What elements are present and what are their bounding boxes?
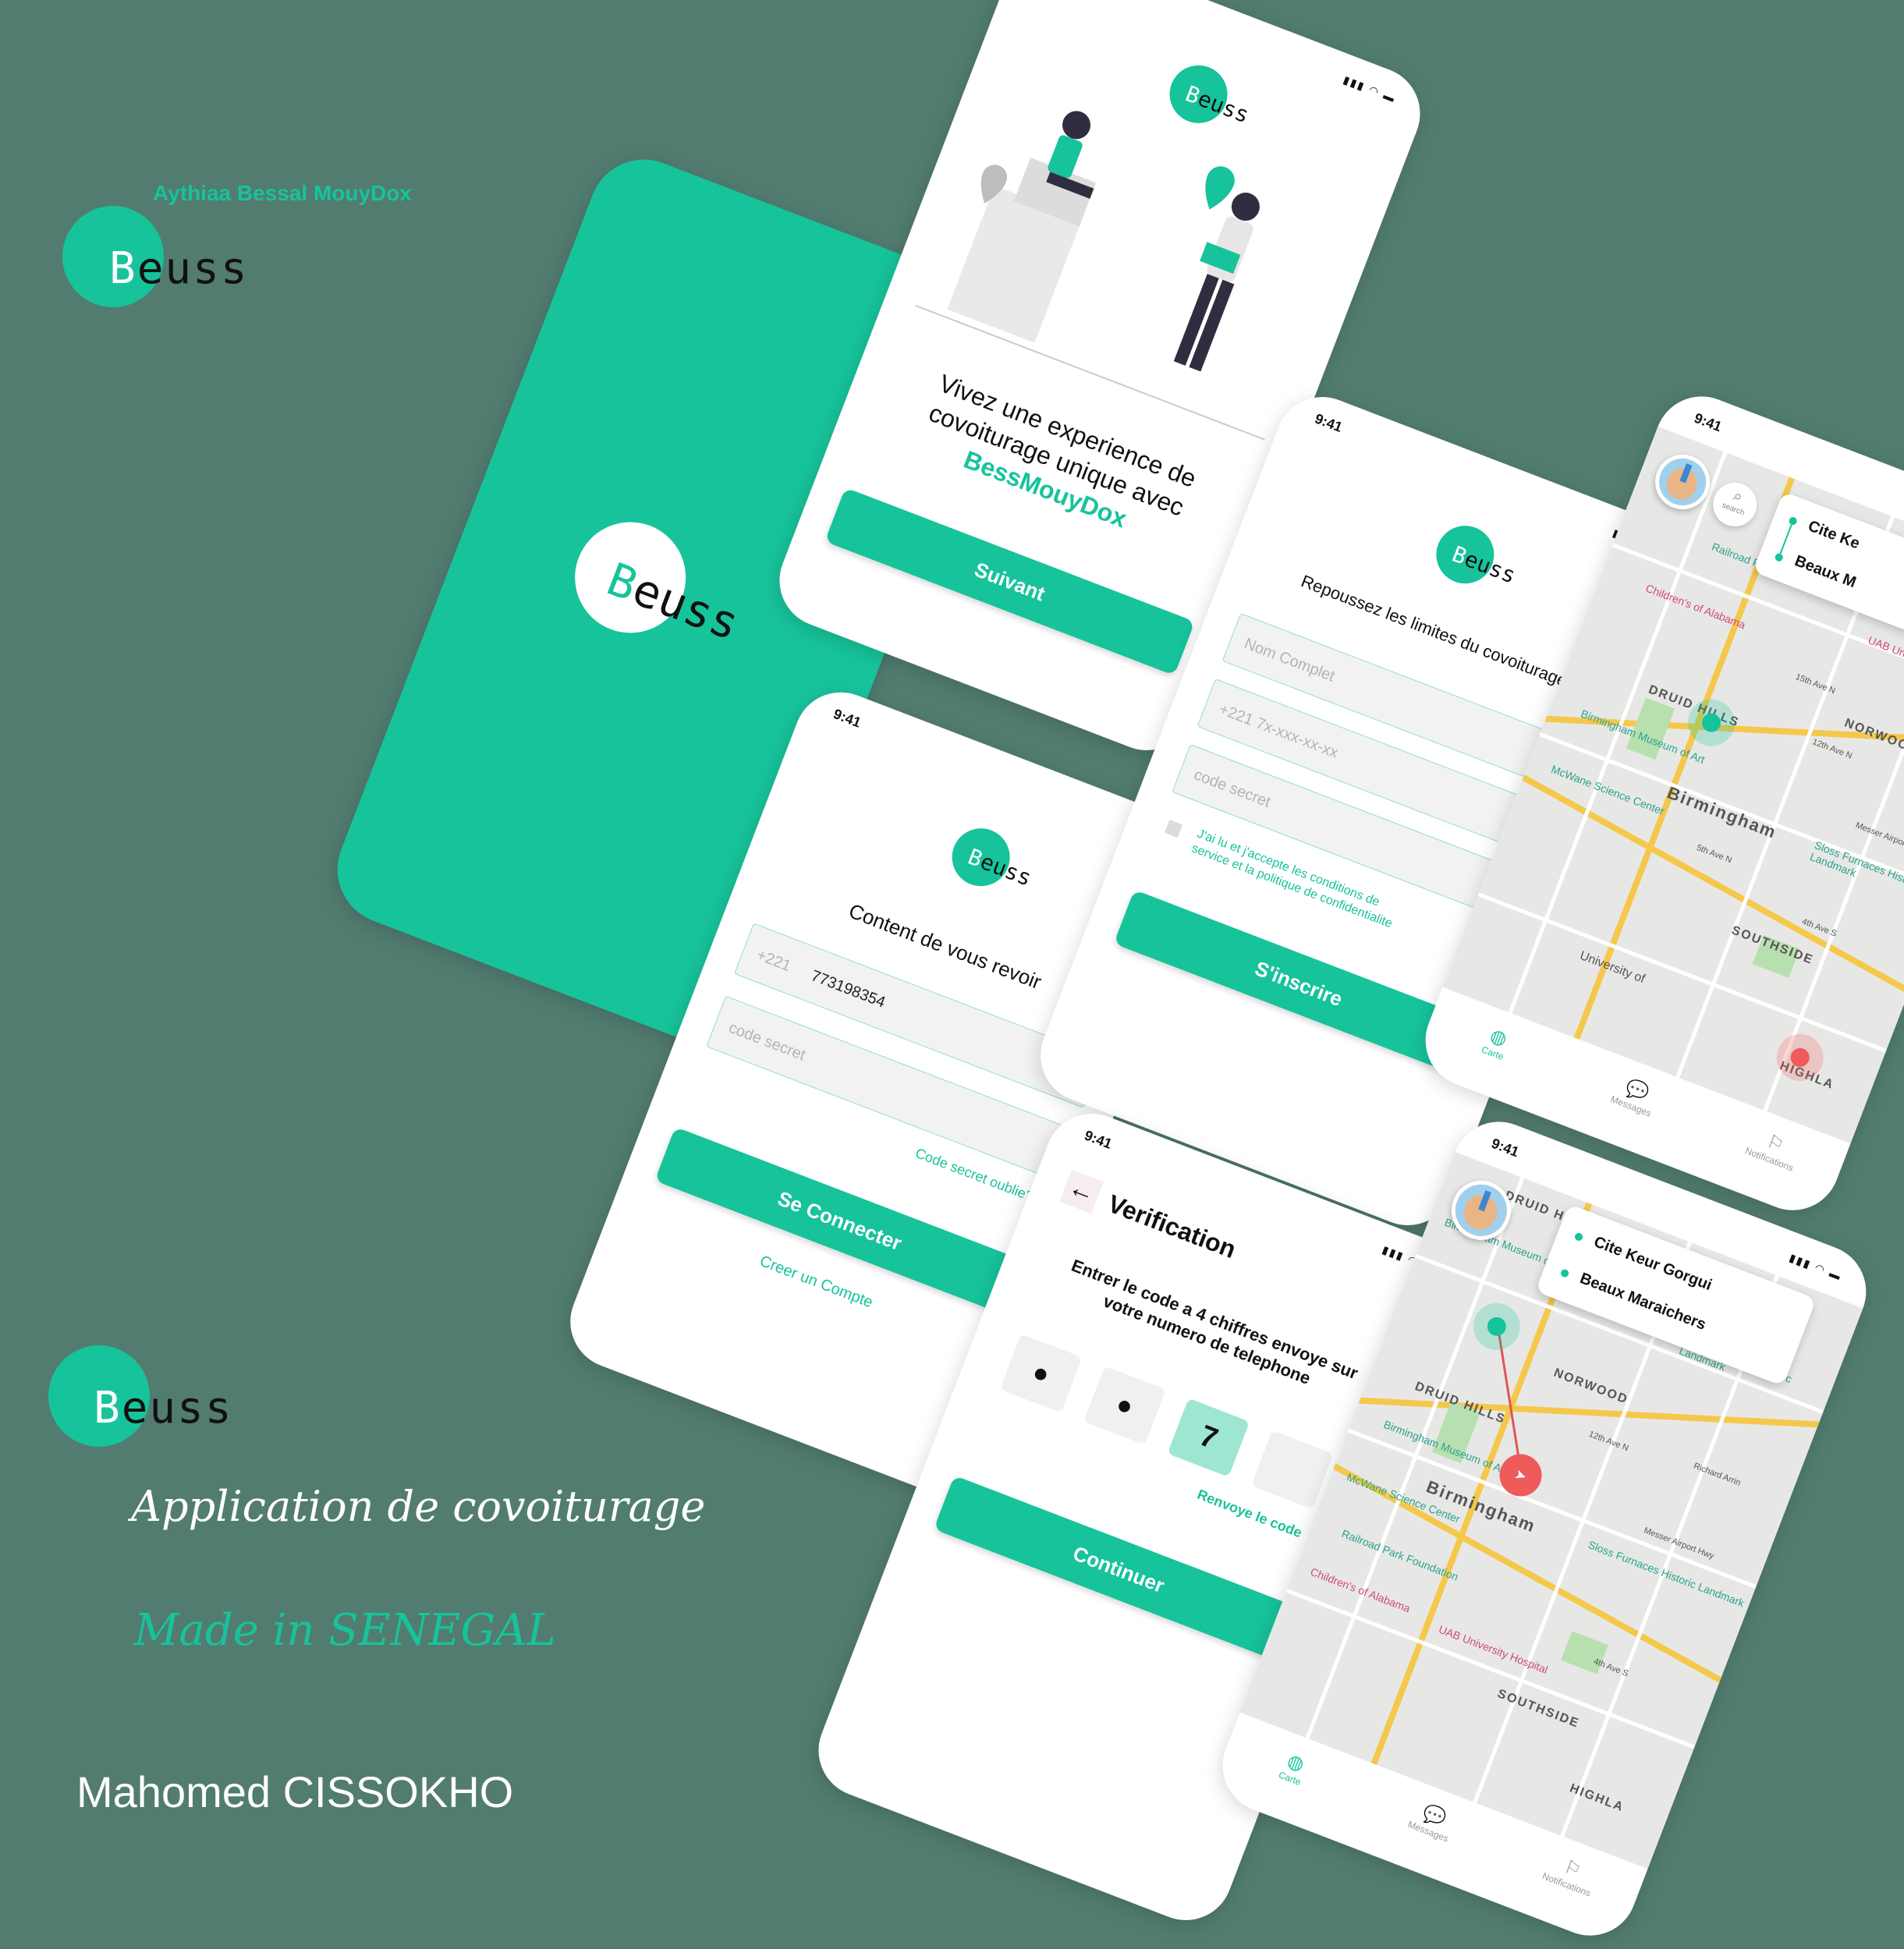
code-digit-1[interactable]: ● [999, 1334, 1083, 1413]
logo-wordmark: Beuss [109, 243, 249, 294]
status-time: 9:41 [1312, 410, 1345, 435]
map-label: Children's of Alabama [1308, 1565, 1413, 1615]
route-card[interactable]: Cite Keur Gorgui Beaux Maraichers [1535, 1203, 1817, 1387]
route-to-dot [1559, 1268, 1570, 1279]
status-time: 9:41 [1082, 1127, 1115, 1152]
brand-logo-top: Beuss [62, 204, 296, 310]
destination-pin[interactable]: ➤ [1493, 1448, 1548, 1503]
continue-button[interactable]: Continuer [933, 1475, 1304, 1664]
tab-carte[interactable]: ◍ Carte [1454, 1013, 1539, 1072]
app-subtitle: Application de covoiturage [131, 1482, 706, 1531]
map-road [1285, 1589, 1696, 1749]
phone-prefix: +221 [754, 946, 793, 976]
search-button[interactable]: ⌕ search [1707, 476, 1764, 533]
status-time: 9:41 [831, 706, 863, 731]
logo-letters-rest: euss [137, 243, 249, 294]
map-label: Birmingham [1665, 782, 1780, 843]
route-to-dot [1774, 552, 1785, 563]
tagline-top: Aythiaa Bessal MouyDox [153, 181, 412, 205]
verification-title: Verification [1104, 1189, 1240, 1264]
status-icons: ▮▮▮ ◠ ▬ [1787, 1251, 1844, 1283]
brand-logo-bottom: Beuss [48, 1345, 282, 1451]
map-label: NORWOOD [1551, 1366, 1630, 1407]
terms-checkbox[interactable] [1164, 819, 1183, 838]
map-highway [1340, 1396, 1863, 1430]
tab-notifications[interactable]: ⚐ Notifications [1731, 1119, 1816, 1178]
route-to: Beaux M [1792, 552, 1859, 592]
route-line [1779, 524, 1792, 555]
instructions-line-2: votre numero de telephone [1100, 1291, 1314, 1388]
code-digit-2[interactable]: ● [1083, 1366, 1166, 1445]
tab-carte[interactable]: ◍ Carte [1251, 1738, 1336, 1798]
tab-notifications[interactable]: ⚐ Notifications [1528, 1844, 1613, 1904]
code-digit-3[interactable]: 7 [1167, 1398, 1250, 1477]
status-time: 9:41 [1489, 1135, 1522, 1161]
map-label: Sloss Furnaces Historic Landmark [1808, 838, 1904, 891]
status-icons: ▮▮▮ ◠ ▬ [1341, 73, 1399, 105]
illustration-shirt-woman [1048, 135, 1083, 179]
instructions-line-1: Entrer le code a 4 chiffres envoye sur [1069, 1255, 1361, 1384]
tab-messages[interactable]: 💬 Messages [1390, 1791, 1475, 1851]
tab-messages[interactable]: 💬 Messages [1593, 1066, 1678, 1125]
user-avatar[interactable] [1647, 446, 1718, 518]
map-label: Railroad Park Foundation [1339, 1527, 1460, 1583]
made-in-label: Made in SENEGAL [134, 1605, 556, 1656]
logo-letter-b: B [94, 1383, 122, 1433]
map-label: 12th Ave N [1810, 737, 1854, 761]
route-from-dot [1788, 516, 1799, 526]
map-label: 5th Ave N [1695, 843, 1733, 866]
author-name: Mahomed CISSOKHO [76, 1767, 514, 1816]
phone-value: 773198354 [808, 967, 888, 1012]
verification-instructions: Entrer le code a 4 chiffres envoye sur v… [1021, 1239, 1401, 1419]
route-from: Cite Ke [1806, 517, 1863, 553]
splash-logo: Beuss [554, 505, 817, 707]
code-digit-4[interactable] [1250, 1430, 1334, 1510]
logo-letters-rest: euss [121, 1383, 233, 1433]
logo-wordmark: Beuss [94, 1383, 233, 1433]
back-arrow-icon[interactable]: ← [1059, 1169, 1104, 1214]
user-avatar[interactable] [1442, 1171, 1519, 1249]
map-label: McWane Science Center [1549, 762, 1667, 817]
route-from-dot [1573, 1231, 1584, 1242]
map-label: 4th Ave S [1592, 1657, 1630, 1679]
logo-letter-b: B [109, 243, 137, 294]
map-label: UAB University Hospital [1866, 633, 1904, 686]
route-card[interactable]: Cite Ke Beaux M [1752, 491, 1904, 661]
status-time: 9:41 [1692, 409, 1725, 435]
